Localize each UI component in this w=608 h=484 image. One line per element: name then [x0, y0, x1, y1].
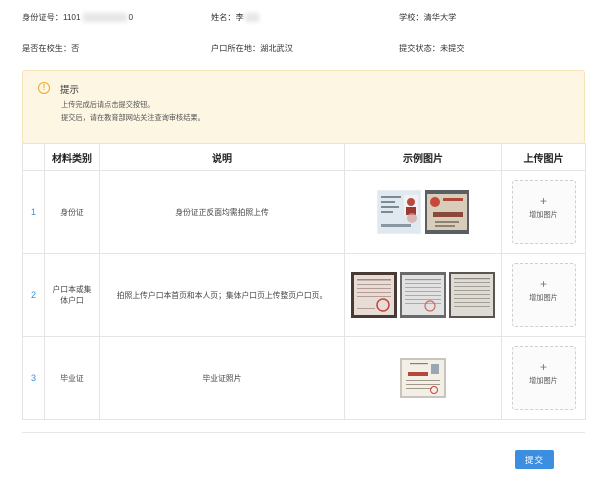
row-description: 拍照上传户口本首页和本人页；集体户口页上传整页户口页。	[99, 253, 345, 337]
id-card-front-sample-image[interactable]	[377, 190, 421, 234]
name-field: 姓名：李	[211, 11, 259, 23]
tip-box: ! 提示 上传完成后请点击提交按钮。 提交后，请在教育部网站关注查询审核结果。	[22, 70, 585, 144]
row-category: 身份证	[44, 170, 100, 254]
upload-cell: + 增加图片	[501, 170, 586, 254]
id-number-label: 身份证号：1101	[22, 13, 81, 22]
sample-images-cell	[344, 253, 502, 337]
add-image-label: 增加图片	[529, 376, 558, 385]
in-school-field: 是否在校生：否	[22, 44, 80, 53]
header-description: 说明	[99, 143, 345, 171]
hukou-field: 户口所在地：湖北武汉	[211, 44, 293, 53]
name-label: 姓名：李	[211, 13, 244, 22]
sample-images-cell	[344, 170, 502, 254]
add-image-label: 增加图片	[529, 293, 558, 302]
redacted-id-segment	[82, 13, 127, 23]
tip-line-1: 上传完成后请点击提交按钮。	[61, 100, 155, 109]
row-number: 2	[22, 253, 45, 337]
collective-hukou-sample-image[interactable]	[449, 272, 495, 318]
hukou-page-sample-image[interactable]	[400, 272, 446, 318]
tip-line-2: 提交后，请在教育部网站关注查询审核结果。	[61, 113, 205, 122]
add-image-button[interactable]: + 增加图片	[511, 263, 576, 327]
header-upload-images: 上传图片	[501, 143, 586, 171]
row-number: 1	[22, 170, 45, 254]
header-sample-images: 示例图片	[344, 143, 502, 171]
submit-status-field: 提交状态：未提交	[399, 44, 465, 53]
table-row: 3 毕业证 毕业证照片 + 增加图片	[22, 336, 586, 420]
sample-images-cell	[344, 336, 502, 420]
table-row: 1 身份证 身份证正反面均需拍照上传 + 增加图片	[22, 170, 586, 254]
table-header-row: 材料类别 说明 示例图片 上传图片	[22, 143, 586, 171]
school-field: 学校：清华大学	[399, 13, 457, 22]
redacted-name-segment	[244, 13, 259, 23]
row-description: 身份证正反面均需拍照上传	[99, 170, 345, 254]
row-description: 毕业证照片	[99, 336, 345, 420]
warning-circle-icon: !	[38, 82, 50, 94]
add-image-button[interactable]: + 增加图片	[511, 346, 576, 410]
row-category: 户口本或集体户口	[44, 253, 100, 337]
hukou-cover-sample-image[interactable]	[351, 272, 397, 318]
add-image-label: 增加图片	[529, 210, 558, 219]
tip-title: 提示	[60, 85, 80, 96]
upload-cell: + 增加图片	[501, 336, 586, 420]
row-category: 毕业证	[44, 336, 100, 420]
id-card-back-sample-image[interactable]	[425, 190, 469, 234]
header-index	[22, 143, 45, 171]
header-category: 材料类别	[44, 143, 100, 171]
materials-table: 材料类别 说明 示例图片 上传图片 1 身份证 身份证正反面均需拍照上传 + 增…	[22, 143, 586, 420]
upload-cell: + 增加图片	[501, 253, 586, 337]
table-row: 2 户口本或集体户口 拍照上传户口本首页和本人页；集体户口页上传整页户口页。 +…	[22, 253, 586, 337]
footer-divider	[22, 432, 585, 433]
submit-button[interactable]: 提交	[515, 450, 554, 469]
id-number-field: 身份证号：1101 0	[22, 11, 133, 23]
id-number-tail: 0	[128, 13, 134, 22]
row-number: 3	[22, 336, 45, 420]
add-image-button[interactable]: + 增加图片	[511, 180, 576, 244]
plus-icon: +	[539, 194, 547, 208]
diploma-sample-image[interactable]	[400, 358, 446, 398]
plus-icon: +	[539, 277, 547, 291]
plus-icon: +	[539, 360, 547, 374]
